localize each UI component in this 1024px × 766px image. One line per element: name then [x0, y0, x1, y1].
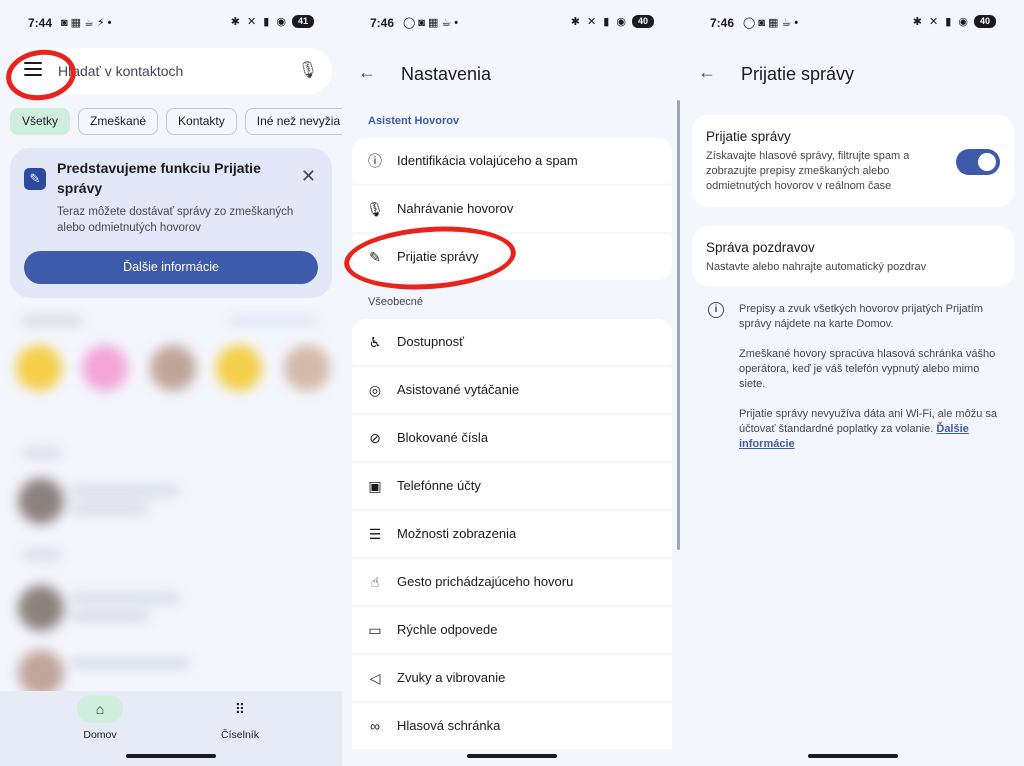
nav-home[interactable]: ⌂ Domov — [50, 691, 150, 741]
status-bar: 7:44 ◙▦☕⚡• ✱ ✕ ▮ ◉ 41 — [0, 14, 342, 34]
home-icon: ⌂ — [77, 695, 123, 723]
setting-label: Blokované čísla — [397, 430, 489, 445]
search-input[interactable]: Hľadať v kontaktoch — [58, 63, 183, 79]
chat-bubble-icon: ▭ — [368, 622, 382, 638]
setting-label: Hlasová schránka — [397, 718, 501, 733]
filter-chips: Všetky Zmeškané Kontakty Iné než nevyžia — [10, 108, 342, 135]
notification-icons: ◯◙▦☕• — [743, 17, 802, 29]
globe-search-icon: ◎ — [368, 382, 382, 398]
voicemail-icon: ∞ — [370, 718, 380, 734]
setting-assisted-dialing[interactable]: ◎ Asistované vytáčanie — [352, 367, 672, 413]
section-header: Všeobecné — [368, 296, 424, 308]
page-title: Nastavenia — [401, 64, 492, 84]
setting-display-options[interactable]: ☰ Možnosti zobrazenia — [352, 511, 672, 557]
setting-label: Gesto prichádzajúceho hovoru — [397, 574, 574, 589]
setting-label: Telefónne účty — [397, 478, 481, 493]
section-header: Asistent Hovorov — [368, 115, 460, 127]
microphone-icon[interactable]: 🎙 — [298, 60, 318, 80]
gesture-bar — [808, 754, 898, 758]
setting-incoming-call-gesture[interactable]: ☝ Gesto prichádzajúceho hovoru — [352, 559, 672, 605]
settings-screen: 7:46 ◯◙▦☕• ✱ ✕ ▮ ◉ 40 ← Nastavenia Asist… — [342, 0, 682, 766]
settings-group-general: ♿ Dostupnosť ◎ Asistované vytáčanie ⊘ Bl… — [352, 319, 672, 751]
setting-label: Asistované vytáčanie — [397, 382, 520, 397]
nav-home-label: Domov — [83, 729, 117, 741]
microphone-icon: 🎙 — [366, 201, 384, 217]
gesture-icon: ☝ — [370, 574, 380, 590]
notification-icons: ◙▦☕⚡• — [61, 17, 115, 29]
info-paragraph-1: Prepisy a zvuk všetkých hovorov prijatýc… — [739, 303, 983, 330]
nav-dialpad-label: Číselník — [221, 729, 259, 741]
call-screen-toggle-card[interactable]: Prijatie správy Získavajte hlasové správ… — [692, 115, 1014, 207]
chip-missed[interactable]: Zmeškané — [78, 108, 159, 135]
setting-quick-responses[interactable]: ▭ Rýchle odpovede — [352, 607, 672, 653]
promo-title: Predstavujeme funkciu Prijatie správy — [57, 160, 261, 196]
call-screen-icon: ✎ — [24, 168, 46, 190]
status-time: 7:44 — [28, 16, 53, 30]
info-paragraph-3: Prijatie správy nevyužíva dáta ani Wi-Fi… — [739, 407, 1007, 452]
card-title: Správa pozdravov — [706, 240, 815, 255]
status-time: 7:46 — [370, 16, 395, 30]
card-title: Prijatie správy — [706, 129, 791, 144]
nav-dialpad[interactable]: ⠿ Číselník — [190, 691, 290, 741]
system-icons: ✱ ✕ ▮ ◉ 40 — [913, 15, 996, 28]
close-icon[interactable]: ✕ — [301, 166, 316, 187]
dialpad-icon: ⠿ — [234, 701, 246, 717]
chip-all[interactable]: Všetky — [10, 108, 71, 135]
status-bar: 7:46 ◯◙▦☕• ✱ ✕ ▮ ◉ 40 — [682, 14, 1024, 34]
greeting-card[interactable]: Správa pozdravov Nastavte alebo nahrajte… — [692, 226, 1014, 286]
back-arrow-icon[interactable]: ← — [698, 62, 716, 83]
page-title: Prijatie správy — [741, 64, 855, 84]
scrollbar[interactable] — [677, 100, 680, 550]
setting-label: Zvuky a vibrovanie — [397, 670, 506, 685]
speaker-icon: ◁ — [369, 670, 381, 686]
account-card-icon: ▣ — [368, 478, 382, 494]
setting-blocked-numbers[interactable]: ⊘ Blokované čísla — [352, 415, 672, 461]
chip-contacts[interactable]: Kontakty — [166, 108, 237, 135]
setting-label: Možnosti zobrazenia — [397, 526, 517, 541]
gesture-bar — [126, 754, 216, 758]
system-icons: ✱ ✕ ▮ ◉ 41 — [231, 15, 314, 28]
promo-description: Teraz môžete dostávať správy zo zmeškaný… — [57, 206, 294, 234]
setting-label: Dostupnosť — [397, 334, 465, 349]
setting-calling-accounts[interactable]: ▣ Telefónne účty — [352, 463, 672, 509]
call-screen-toggle[interactable] — [956, 149, 1000, 175]
chip-other[interactable]: Iné než nevyžia — [244, 108, 342, 135]
info-icon: i — [708, 302, 724, 318]
setting-accessibility[interactable]: ♿ Dostupnosť — [352, 319, 672, 365]
bottom-navigation: ⌂ Domov ⠿ Číselník — [0, 691, 342, 766]
promo-card: ✎ Predstavujeme funkciu Prijatie správy … — [10, 148, 332, 298]
status-time: 7:46 — [710, 16, 735, 30]
card-description: Nastavte alebo nahrajte automatický pozd… — [706, 261, 927, 273]
battery-icon: 40 — [632, 15, 654, 28]
app-bar: ← Nastavenia — [342, 56, 682, 92]
block-icon: ⊘ — [369, 430, 381, 446]
app-bar: ← Prijatie správy — [682, 56, 1024, 92]
info-paragraph-2: Zmeškané hovory spracúva hlasová schránk… — [739, 348, 996, 390]
battery-icon: 40 — [974, 15, 996, 28]
notification-icons: ◯◙▦☕• — [403, 17, 462, 29]
card-description: Získavajte hlasové správy, filtrujte spa… — [706, 150, 910, 192]
call-screen-settings: 7:46 ◯◙▦☕• ✱ ✕ ▮ ◉ 40 ← Prijatie správy … — [682, 0, 1024, 766]
system-icons: ✱ ✕ ▮ ◉ 40 — [571, 15, 654, 28]
setting-caller-id-spam[interactable]: ⓘ Identifikácia volajúceho a spam — [352, 138, 672, 184]
learn-more-button[interactable]: Ďalšie informácie — [24, 251, 318, 284]
back-arrow-icon[interactable]: ← — [358, 62, 376, 83]
setting-voicemail[interactable]: ∞ Hlasová schránka — [352, 703, 672, 749]
setting-label: Identifikácia volajúceho a spam — [397, 153, 578, 168]
toggle-knob — [978, 153, 996, 171]
gesture-bar — [467, 754, 557, 758]
setting-label: Rýchle odpovede — [397, 622, 498, 637]
setting-sounds-vibration[interactable]: ◁ Zvuky a vibrovanie — [352, 655, 672, 701]
setting-label: Nahrávanie hovorov — [397, 201, 514, 216]
info-circle-icon: ⓘ — [368, 153, 382, 169]
list-icon: ☰ — [368, 526, 382, 542]
accessibility-icon: ♿ — [368, 334, 382, 350]
battery-icon: 41 — [292, 15, 314, 28]
blurred-contacts — [0, 300, 342, 696]
status-bar: 7:46 ◯◙▦☕• ✱ ✕ ▮ ◉ 40 — [342, 14, 682, 34]
setting-call-recording[interactable]: 🎙 Nahrávanie hovorov — [352, 186, 672, 232]
phone-app-home-screen: 7:44 ◙▦☕⚡• ✱ ✕ ▮ ◉ 41 Hľadať v kontaktoc… — [0, 0, 342, 766]
